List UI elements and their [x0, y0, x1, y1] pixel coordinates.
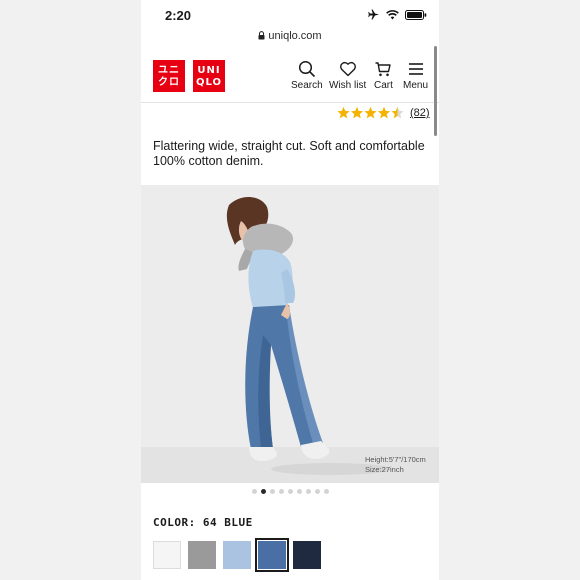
color-swatch-white[interactable] — [153, 541, 181, 569]
carousel-dot[interactable] — [287, 489, 293, 494]
carousel-dot[interactable] — [269, 489, 275, 494]
model-height: Height:5'7"/170cm — [365, 455, 426, 464]
wifi-icon — [386, 9, 399, 19]
model-photo — [141, 185, 439, 483]
search-icon — [298, 60, 315, 78]
phone-screen: 2:20 uniqlo.com ユニ クロ UNI QLO Search Wis… — [141, 0, 439, 580]
menu-label: Menu — [403, 80, 429, 91]
product-description: Flattering wide, straight cut. Soft and … — [153, 139, 425, 168]
color-swatches — [153, 538, 321, 572]
star-rating-icon — [337, 106, 404, 119]
wish-list-label: Wish list — [329, 80, 367, 91]
color-swatch-blue[interactable] — [255, 538, 289, 572]
carousel-dot[interactable] — [251, 489, 257, 494]
color-label: COLOR: 64 BLUE — [153, 516, 253, 529]
swatch-fill — [293, 541, 321, 569]
hamburger-icon — [408, 63, 423, 75]
carousel-dot[interactable] — [305, 489, 311, 494]
carousel-dots — [141, 489, 439, 494]
airplane-icon — [368, 9, 379, 20]
site-header: ユニ クロ UNI QLO Search Wish list Cart Menu — [141, 52, 439, 103]
swatch-fill — [258, 541, 286, 569]
carousel-dot[interactable] — [278, 489, 284, 494]
cart-icon — [375, 62, 392, 77]
color-swatch-gray[interactable] — [188, 541, 216, 569]
model-size: Size:27inch — [365, 465, 404, 474]
carousel-dot[interactable] — [296, 489, 302, 494]
url-domain: uniqlo.com — [268, 30, 322, 42]
wish-list-button[interactable]: Wish list — [329, 60, 366, 91]
search-label: Search — [291, 80, 323, 91]
color-swatch-navy[interactable] — [293, 541, 321, 569]
model-info: Height:5'7"/170cm Size:27inch — [365, 455, 426, 475]
status-bar: 2:20 — [141, 0, 439, 30]
uniqlo-logo-katakana[interactable]: ユニ クロ — [153, 60, 185, 92]
status-time: 2:20 — [165, 8, 192, 23]
cart-button[interactable]: Cart — [374, 60, 393, 91]
swatch-fill — [223, 541, 251, 569]
battery-icon — [405, 9, 427, 20]
lock-icon — [258, 31, 265, 40]
heart-icon — [339, 61, 356, 77]
carousel-dot[interactable] — [260, 489, 266, 494]
product-image[interactable]: Height:5'7"/170cm Size:27inch — [141, 185, 439, 483]
product-rating[interactable]: (82) — [337, 106, 430, 120]
carousel-dot[interactable] — [314, 489, 320, 494]
review-count[interactable]: (82) — [410, 107, 430, 119]
uniqlo-logo-latin[interactable]: UNI QLO — [193, 60, 225, 92]
carousel-dot[interactable] — [323, 489, 329, 494]
cart-label: Cart — [374, 80, 393, 91]
swatch-fill — [188, 541, 216, 569]
status-icons — [368, 9, 427, 20]
url-bar[interactable]: uniqlo.com — [141, 30, 439, 47]
scrollbar[interactable] — [434, 46, 437, 136]
color-swatch-light-blue[interactable] — [223, 541, 251, 569]
swatch-fill — [153, 541, 181, 569]
menu-button[interactable]: Menu — [403, 60, 428, 91]
search-button[interactable]: Search — [291, 60, 323, 91]
